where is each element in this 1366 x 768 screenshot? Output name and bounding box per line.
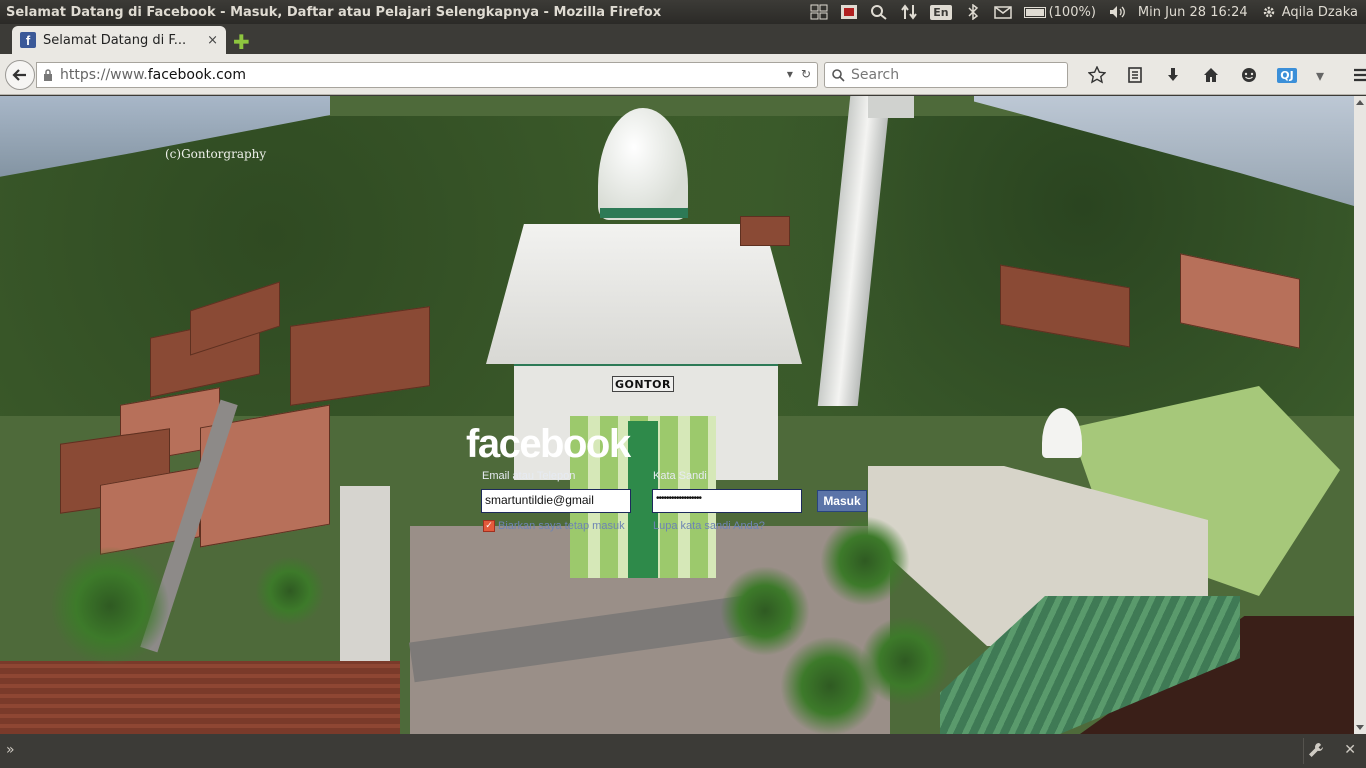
vertical-scrollbar[interactable]: [1354, 96, 1366, 734]
network-transfer-icon[interactable]: [900, 4, 918, 20]
wrench-icon[interactable]: [1308, 742, 1324, 758]
url-prefix: https://www.: [60, 67, 148, 83]
email-field[interactable]: smartuntildie@gmail: [481, 489, 631, 513]
url-host: facebook.com: [147, 67, 246, 83]
addon-dropdown-icon[interactable]: ▾: [1306, 64, 1334, 86]
window-title-bar: Selamat Datang di Facebook - Masuk, Daft…: [0, 0, 1366, 24]
battery-percent: (100%): [1048, 4, 1096, 20]
search-icon[interactable]: [870, 4, 888, 20]
keyboard-icon[interactable]: En: [930, 4, 952, 20]
menu-icon[interactable]: [1342, 64, 1366, 86]
bookmark-star-icon[interactable]: [1078, 64, 1116, 86]
lock-icon: [44, 69, 52, 81]
volume-icon[interactable]: [1108, 4, 1126, 20]
scroll-up-icon[interactable]: [1356, 100, 1364, 105]
downloads-icon[interactable]: [1154, 64, 1192, 86]
search-placeholder: Search: [851, 67, 900, 83]
record-icon[interactable]: [840, 4, 858, 20]
battery-indicator[interactable]: (100%): [1023, 4, 1096, 20]
navigation-toolbar: https://www. facebook.com ▾ ↻ Search QJ ▾: [0, 54, 1366, 95]
url-dropdown-icon[interactable]: ▾: [787, 67, 793, 81]
back-button[interactable]: [5, 60, 35, 90]
gontor-sign: GONTOR: [612, 376, 674, 392]
password-label: Kata Sandi: [653, 470, 707, 482]
email-label: Email atau Telepon: [482, 470, 576, 482]
tab-facebook[interactable]: f Selamat Datang di F... ×: [12, 26, 226, 54]
home-icon[interactable]: [1192, 64, 1230, 86]
remember-me-checkbox[interactable]: ✓: [483, 520, 495, 532]
gear-icon: [1263, 6, 1274, 18]
facebook-logo[interactable]: facebook: [466, 422, 631, 467]
addon-bar: » ✕: [0, 734, 1366, 768]
tab-title: Selamat Datang di F...: [43, 32, 187, 48]
page-content: GONTOR (c)Gontorgraphy facebook Email at…: [0, 96, 1354, 734]
forgot-password-link[interactable]: Lupa kata sandi Anda?: [653, 520, 765, 532]
search-icon: [832, 69, 845, 82]
remember-me-label[interactable]: Biarkan saya tetap masuk: [498, 520, 625, 532]
battery-icon: [1023, 6, 1046, 18]
scroll-down-icon[interactable]: [1356, 725, 1364, 730]
user-name: Aqila Dzaka: [1281, 4, 1358, 20]
workspaces-icon[interactable]: [810, 4, 828, 20]
bookmarks-list-icon[interactable]: [1116, 64, 1154, 86]
qj-addon-icon[interactable]: QJ: [1268, 64, 1306, 86]
tab-strip: f Selamat Datang di F... × ✚: [0, 24, 1366, 54]
chat-icon[interactable]: [1230, 64, 1268, 86]
window-title: Selamat Datang di Facebook - Masuk, Daft…: [6, 4, 662, 20]
reload-icon[interactable]: ↻: [801, 67, 811, 81]
addon-bar-expand-icon[interactable]: »: [6, 742, 15, 758]
close-tab-icon[interactable]: ×: [207, 33, 218, 48]
url-bar[interactable]: https://www. facebook.com ▾ ↻: [36, 62, 818, 88]
system-indicators: En (100%) Min Jun 28 16:24 Aqila Dzaka: [810, 4, 1366, 20]
mail-icon[interactable]: [993, 4, 1012, 20]
toolbar-icons: QJ ▾: [1078, 64, 1366, 86]
new-tab-icon[interactable]: ✚: [233, 30, 250, 54]
bluetooth-icon[interactable]: [964, 4, 982, 20]
photo-watermark: (c)Gontorgraphy: [165, 147, 267, 161]
password-field[interactable]: ••••••••••••••••••: [652, 489, 802, 513]
clock[interactable]: Min Jun 28 16:24: [1138, 5, 1248, 20]
back-arrow-icon: [12, 69, 26, 81]
user-menu[interactable]: Aqila Dzaka: [1260, 4, 1358, 20]
qj-badge: QJ: [1277, 67, 1297, 83]
search-bar[interactable]: Search: [824, 62, 1068, 88]
facebook-favicon-icon: f: [20, 32, 36, 48]
login-button[interactable]: Masuk: [817, 490, 867, 512]
close-icon[interactable]: ✕: [1344, 742, 1356, 758]
